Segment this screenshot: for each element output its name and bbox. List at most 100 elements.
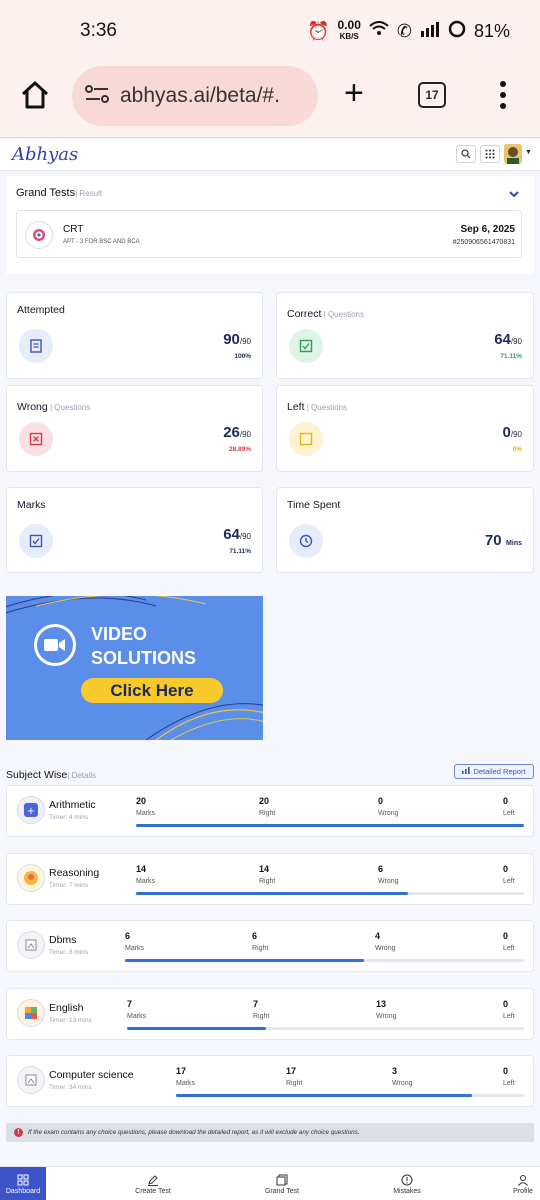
correct-heading: Correct | Questions xyxy=(287,308,364,320)
left-count: 0 xyxy=(503,796,509,806)
subject-timer: Timer: 4 mins xyxy=(49,814,89,821)
test-date: Sep 6, 2025 xyxy=(460,224,515,235)
wrong-count: 6 xyxy=(378,864,384,874)
left-card: Left | Questions 0/90 0% xyxy=(276,385,534,472)
bottom-navigation: Dashboard Create Test Grand Test Mistake… xyxy=(0,1166,540,1200)
banner-title-line2: SOLUTIONS xyxy=(91,648,197,668)
marks-label: Marks xyxy=(136,810,156,817)
check-icon xyxy=(289,329,323,363)
nav-create-test[interactable]: Create Test xyxy=(122,1167,184,1200)
wrong-count: 4 xyxy=(375,931,381,941)
correct-value: 64/90 xyxy=(494,331,522,348)
copy-icon xyxy=(276,1174,288,1188)
chevron-down-icon[interactable]: ▼ xyxy=(525,149,532,156)
expand-chevron-icon[interactable] xyxy=(508,186,520,204)
marks-value: 64/90 xyxy=(223,526,251,543)
address-bar[interactable]: abhyas.ai/beta/#. xyxy=(72,66,318,126)
attempted-value: 90/90 xyxy=(223,331,251,348)
choice-question-notice: ! If the exam contains any choice questi… xyxy=(6,1123,534,1142)
wrong-count: 0 xyxy=(378,796,384,806)
test-logo xyxy=(25,221,53,249)
network-speed: 0.00 KB/S xyxy=(337,18,361,42)
dbms-icon xyxy=(17,931,45,959)
nav-dashboard[interactable]: Dashboard xyxy=(0,1167,46,1200)
status-time: 3:36 xyxy=(80,20,117,41)
new-tab-icon[interactable]: + xyxy=(344,76,364,110)
subject-row-arithmetic[interactable]: + Arithmetic Timer: 4 mins 20 Marks 20 R… xyxy=(6,785,534,837)
more-menu-icon[interactable] xyxy=(498,80,508,115)
marks-count: 7 xyxy=(127,999,133,1009)
subject-row-dbms[interactable]: Dbms Timer: 8 mins 6 Marks 6 Right 4 Wro… xyxy=(6,920,534,972)
abhyas-logo[interactable]: Abhyas xyxy=(12,144,78,165)
grand-tests-title: Grand Tests| Result xyxy=(16,187,103,199)
time-spent-value: 70 Mins xyxy=(484,532,522,549)
left-heading: Left | Questions xyxy=(287,401,348,413)
left-label: Left xyxy=(503,878,515,885)
search-icon[interactable] xyxy=(456,145,476,163)
user-avatar[interactable] xyxy=(504,144,522,164)
tab-switcher[interactable]: 17 xyxy=(418,82,446,108)
marks-count: 14 xyxy=(136,864,147,874)
left-count: 0 xyxy=(503,999,509,1009)
left-value: 0/90 xyxy=(502,424,522,441)
status-bar: 3:36 ⏰ 0.00 KB/S ✆ 81% xyxy=(0,0,540,62)
marks-label: Marks xyxy=(125,945,145,952)
home-icon[interactable] xyxy=(20,80,50,115)
subject-progress-bar xyxy=(125,959,524,962)
right-count: 17 xyxy=(286,1066,297,1076)
right-label: Right xyxy=(252,945,269,952)
marks-percent: 71.11% xyxy=(229,548,251,555)
marks-card: Marks 64/90 71.11% xyxy=(6,487,263,573)
nav-profile[interactable]: Profile xyxy=(505,1167,540,1200)
nav-mistakes[interactable]: Mistakes xyxy=(380,1167,434,1200)
marks-label: Marks xyxy=(17,499,46,511)
marks-count: 17 xyxy=(176,1066,187,1076)
site-settings-icon[interactable] xyxy=(84,83,110,110)
svg-text:+: + xyxy=(27,806,35,817)
notice-text: If the exam contains any choice question… xyxy=(28,1129,360,1136)
wrong-card: Wrong | Questions 26/90 28.89% xyxy=(6,385,263,472)
checkbox-icon xyxy=(19,524,53,558)
video-camera-icon xyxy=(34,624,76,666)
wrong-count: 3 xyxy=(392,1066,398,1076)
cross-icon xyxy=(19,422,53,456)
banner-title-line1: VIDEO xyxy=(91,624,148,644)
subject-row-computer-science[interactable]: Computer science Timer: 34 mins 17 Marks… xyxy=(6,1055,534,1107)
marks-label: Marks xyxy=(127,1013,147,1020)
browser-toolbar: abhyas.ai/beta/#. + 17 xyxy=(0,62,540,138)
attempted-percent: 100% xyxy=(234,353,251,360)
subject-name: Dbms xyxy=(49,934,77,946)
left-count: 0 xyxy=(503,931,509,941)
marks-count: 20 xyxy=(136,796,147,806)
subject-timer: Timer: 8 mins xyxy=(49,949,89,956)
wrong-value: 26/90 xyxy=(223,424,251,441)
dashboard-icon xyxy=(17,1174,29,1188)
subject-row-reasoning[interactable]: Reasoning Timer: 7 mins 14 Marks 14 Righ… xyxy=(6,853,534,905)
right-count: 7 xyxy=(253,999,259,1009)
test-card[interactable]: CRT APT - 3 FOR BSC AND BCA Sep 6, 2025 … xyxy=(16,210,522,258)
arithmetic-icon: + xyxy=(17,796,45,824)
url-text[interactable]: abhyas.ai/beta/#. xyxy=(120,84,310,108)
subject-timer: Timer: 13 mins xyxy=(49,1017,92,1024)
attempted-label: Attempted xyxy=(17,304,65,316)
detailed-report-button[interactable]: Detailed Report xyxy=(454,764,534,779)
right-label: Right xyxy=(259,810,276,817)
nav-grand-test[interactable]: Grand Test xyxy=(252,1167,312,1200)
reasoning-icon xyxy=(17,864,45,892)
test-id: #250906561470831 xyxy=(452,239,515,246)
subject-row-english[interactable]: English Timer: 13 mins 7 Marks 7 Right 1… xyxy=(6,988,534,1040)
chart-icon xyxy=(462,767,471,776)
wrong-label: Wrong xyxy=(392,1080,413,1087)
speed-value: 0.00 xyxy=(337,18,361,32)
right-label: Right xyxy=(253,1013,270,1020)
video-solutions-banner[interactable]: VIDEO SOLUTIONS Click Here xyxy=(6,596,263,740)
marks-label: Marks xyxy=(176,1080,196,1087)
wifi-icon xyxy=(369,20,389,42)
speed-unit: KB/S xyxy=(339,32,359,41)
info-icon: ! xyxy=(14,1128,23,1137)
click-here-button[interactable]: Click Here xyxy=(81,678,223,703)
apps-grid-icon[interactable] xyxy=(480,145,500,163)
right-count: 14 xyxy=(259,864,270,874)
left-label: Left xyxy=(503,945,515,952)
computer-science-icon xyxy=(17,1066,45,1094)
